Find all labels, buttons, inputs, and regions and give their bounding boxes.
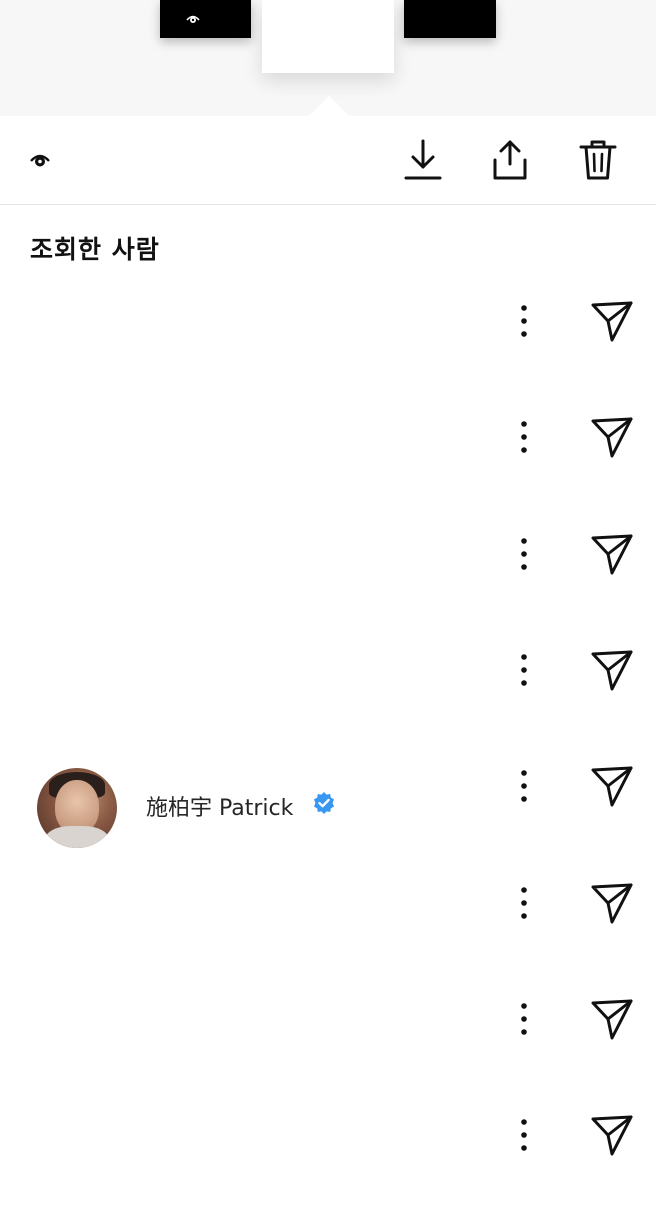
send-message-icon[interactable] xyxy=(590,415,634,459)
send-message-icon[interactable] xyxy=(590,532,634,576)
more-options-icon[interactable] xyxy=(512,885,536,921)
eye-icon xyxy=(186,15,200,23)
viewer-row[interactable] xyxy=(0,510,656,626)
download-icon[interactable] xyxy=(403,138,443,182)
trash-icon[interactable] xyxy=(578,138,618,182)
eye-icon xyxy=(30,154,50,167)
viewer-row[interactable] xyxy=(0,277,656,393)
send-message-icon[interactable] xyxy=(590,648,634,692)
viewer-row[interactable] xyxy=(0,1091,656,1207)
share-icon[interactable] xyxy=(490,138,530,182)
viewer-username[interactable]: 施柏宇 Patrick xyxy=(146,790,293,822)
avatar-shirt xyxy=(45,826,109,849)
viewer-row[interactable] xyxy=(0,859,656,975)
viewer-row[interactable]: 施柏宇 Patrick xyxy=(0,742,656,858)
more-options-icon[interactable] xyxy=(512,1001,536,1037)
send-message-icon[interactable] xyxy=(590,764,634,808)
story-toolbar xyxy=(0,116,656,205)
verified-badge-icon xyxy=(314,792,334,815)
viewer-row[interactable] xyxy=(0,393,656,509)
more-options-icon[interactable] xyxy=(512,652,536,688)
more-options-icon[interactable] xyxy=(512,1117,536,1153)
more-options-icon[interactable] xyxy=(512,303,536,339)
more-options-icon[interactable] xyxy=(512,536,536,572)
more-options-icon[interactable] xyxy=(512,419,536,455)
send-message-icon[interactable] xyxy=(590,1113,634,1157)
story-thumbnail-current[interactable] xyxy=(262,0,394,73)
story-thumbnail-next[interactable] xyxy=(404,0,496,38)
viewer-row[interactable] xyxy=(0,975,656,1091)
send-message-icon[interactable] xyxy=(590,881,634,925)
selection-pointer xyxy=(308,96,350,117)
send-message-icon[interactable] xyxy=(590,299,634,343)
viewers-section-title: 조회한 사람 xyxy=(30,235,160,264)
viewer-row[interactable] xyxy=(0,626,656,742)
more-options-icon[interactable] xyxy=(512,768,536,804)
send-message-icon[interactable] xyxy=(590,997,634,1041)
avatar[interactable] xyxy=(37,768,117,849)
story-thumbnail-previous[interactable] xyxy=(160,0,251,38)
